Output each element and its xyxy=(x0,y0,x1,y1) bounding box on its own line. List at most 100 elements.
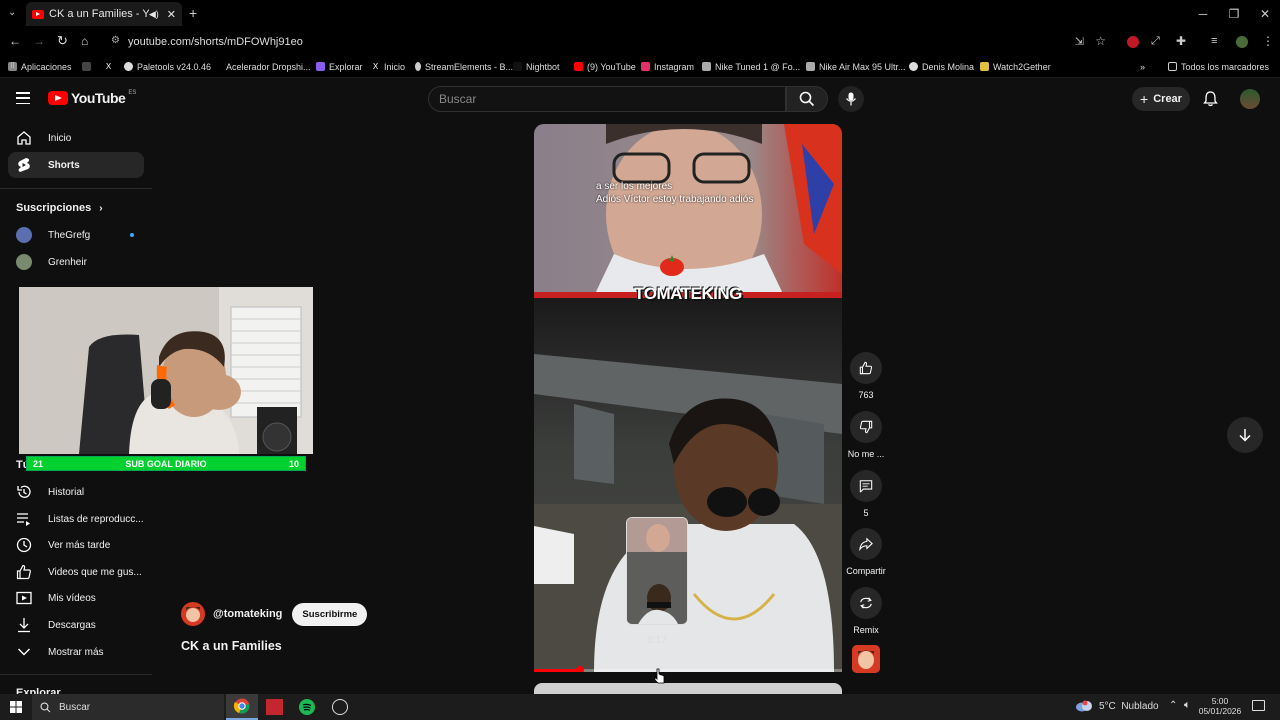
minimize-icon[interactable]: ─ xyxy=(1188,0,1218,28)
dislike-icon[interactable] xyxy=(850,411,882,443)
bookmark-watch2gether[interactable]: Watch2Gether xyxy=(980,62,1140,72)
home-browser-icon[interactable]: ⌂ xyxy=(81,34,88,48)
sidebar-item-label: Grenheir xyxy=(48,256,87,268)
subscribe-button[interactable]: Suscribirme xyxy=(292,602,368,626)
logo-text: YouTube xyxy=(71,90,126,106)
sidebar-item-historial[interactable]: Historial xyxy=(8,479,144,505)
dislike-action[interactable]: No me ... xyxy=(848,411,884,459)
account-avatar[interactable] xyxy=(1240,89,1260,109)
bookmark-denis-molina[interactable]: Denis Molina xyxy=(909,62,980,72)
bookmark-nightbot[interactable]: Nightbot xyxy=(513,62,574,72)
next-short-preview[interactable] xyxy=(534,683,842,694)
bookmark-apps[interactable]: ⠿ Aplicaciones xyxy=(8,62,82,72)
create-button[interactable]: + Crear xyxy=(1132,87,1190,111)
sidebar-item-inicio[interactable]: Inicio xyxy=(8,125,144,151)
share-action[interactable]: Compartir xyxy=(844,528,888,576)
share-icon[interactable] xyxy=(850,528,882,560)
sidebar-item-label: Shorts xyxy=(48,159,80,171)
tray-chevron-icon[interactable]: ⌃ xyxy=(1169,700,1177,711)
audio-icon[interactable]: ◀) xyxy=(149,9,159,20)
remix-icon[interactable] xyxy=(850,587,882,619)
clock-icon xyxy=(16,537,32,553)
new-tab-icon[interactable]: + xyxy=(189,5,197,21)
like-icon[interactable] xyxy=(850,352,882,384)
sidebar-item-downloads[interactable]: Descargas xyxy=(8,612,144,638)
bookmark-streamelements[interactable]: StreamElements - B... xyxy=(415,62,513,72)
profile-avatar[interactable] xyxy=(1236,36,1248,48)
shorts-video-player[interactable]: a ser los mejores Adiós Víctor estoy tra… xyxy=(534,124,842,672)
search-button[interactable] xyxy=(786,86,828,112)
bookmark-nike-tuned[interactable]: Nike Tuned 1 @ Fo... xyxy=(702,62,806,72)
sidebar-sub-grenheir[interactable]: Grenheir xyxy=(8,249,144,275)
bookmark-youtube[interactable]: (9) YouTube xyxy=(574,62,641,72)
bookmark-explorar[interactable]: Explorar xyxy=(316,62,371,72)
voice-search-button[interactable] xyxy=(838,86,864,112)
next-short-button[interactable] xyxy=(1227,417,1263,453)
bookmark-paletools[interactable]: Paletools v24.0.46 xyxy=(124,62,226,72)
chevron-right-icon: › xyxy=(99,202,103,214)
bookmark-instagram[interactable]: Instagram xyxy=(641,62,702,72)
bookmark-all[interactable]: Todos los marcadores xyxy=(1168,62,1269,72)
more-bookmarks-icon[interactable]: » xyxy=(1140,62,1168,72)
hamburger-menu-icon[interactable] xyxy=(16,92,30,104)
channel-avatar[interactable] xyxy=(181,602,205,626)
site-info-icon[interactable]: ⚙ xyxy=(111,35,120,46)
arrow-down-icon xyxy=(1239,429,1251,442)
sidebar-item-liked[interactable]: Videos que me gus... xyxy=(8,559,144,585)
clock[interactable]: 5:00 05/01/2026 xyxy=(1198,696,1242,716)
x-icon[interactable]: X xyxy=(104,62,124,71)
like-action[interactable]: 763 xyxy=(848,352,884,400)
address-bar[interactable]: ⚙ youtube.com/shorts/mDFOWhj91eo ⇲ ☆ xyxy=(104,32,1118,52)
notifications-icon[interactable] xyxy=(1252,700,1265,711)
channel-handle[interactable]: @tomateking xyxy=(213,608,282,620)
tab-search-icon[interactable] xyxy=(82,62,104,71)
install-icon[interactable]: ⇲ xyxy=(1075,35,1084,48)
remix-action[interactable]: Remix xyxy=(848,587,884,635)
taskbar-app-icon[interactable] xyxy=(266,699,283,715)
taskbar-chrome[interactable] xyxy=(226,694,258,720)
shorts-icon xyxy=(16,157,32,173)
video-caption: a ser los mejores Adiós Víctor estoy tra… xyxy=(596,180,753,206)
bookmark-star-icon[interactable]: ☆ xyxy=(1095,34,1106,48)
history-icon xyxy=(16,484,32,500)
volume-icon[interactable]: 🔈︎ xyxy=(1184,699,1191,712)
sidebar-item-playlists[interactable]: Listas de reproducc... xyxy=(8,506,144,532)
extension-icon[interactable] xyxy=(1127,36,1139,48)
extensions-puzzle-icon[interactable]: ✚ xyxy=(1176,34,1186,48)
sound-thumbnail[interactable] xyxy=(852,645,880,673)
sidebar-item-my-videos[interactable]: Mis vídeos xyxy=(8,585,144,611)
close-window-icon[interactable]: ✕ xyxy=(1250,0,1280,28)
forward-icon[interactable]: → xyxy=(33,34,45,48)
media-control-icon[interactable]: ≡ xyxy=(1211,35,1217,47)
restore-icon[interactable]: ❐ xyxy=(1219,0,1249,28)
tab-list-icon[interactable]: ⌄ xyxy=(8,7,16,18)
seek-preview-thumbnail xyxy=(626,517,688,625)
progress-scrubber[interactable] xyxy=(576,666,585,672)
youtube-logo[interactable]: YouTube ES xyxy=(48,90,136,106)
taskbar-search[interactable]: Buscar xyxy=(32,694,224,720)
search-input[interactable]: Buscar xyxy=(428,86,786,112)
reload-icon[interactable]: ↻ xyxy=(57,33,68,49)
back-icon[interactable]: ← xyxy=(9,34,21,48)
close-tab-icon[interactable]: ✕ xyxy=(167,8,176,21)
weather-widget[interactable]: 5°C Nublado xyxy=(1075,700,1159,712)
sidebar-item-shorts[interactable]: Shorts xyxy=(8,152,144,178)
bookmark-inicio[interactable]: X Inicio xyxy=(371,62,415,72)
progress-fill xyxy=(534,669,581,672)
browser-tab[interactable]: CK a un Families - YouTube ◀) ✕ xyxy=(26,2,182,26)
windows-start-icon[interactable] xyxy=(10,701,22,713)
bookmark-nike-airmax[interactable]: Nike Air Max 95 Ultr... xyxy=(806,62,909,72)
spotify-icon[interactable] xyxy=(299,699,315,715)
sidebar-item-watch-later[interactable]: Ver más tarde xyxy=(8,532,144,558)
taskbar-app-icon[interactable] xyxy=(332,699,348,715)
sidebar-sub-thegrefg[interactable]: TheGrefg xyxy=(8,222,144,248)
create-label: Crear xyxy=(1153,93,1182,105)
notifications-bell-icon[interactable] xyxy=(1203,91,1218,107)
comment-icon[interactable] xyxy=(850,470,882,502)
comments-action[interactable]: 5 xyxy=(848,470,884,518)
bookmark-acelerador[interactable]: Acelerador Dropshi... xyxy=(226,62,316,72)
sidebar-item-show-more[interactable]: Mostrar más xyxy=(8,639,144,665)
subscriptions-header[interactable]: Suscripciones › xyxy=(16,202,103,214)
extension-icon[interactable]: ⤢ xyxy=(1151,35,1160,48)
browser-menu-icon[interactable]: ⋮ xyxy=(1262,34,1274,48)
